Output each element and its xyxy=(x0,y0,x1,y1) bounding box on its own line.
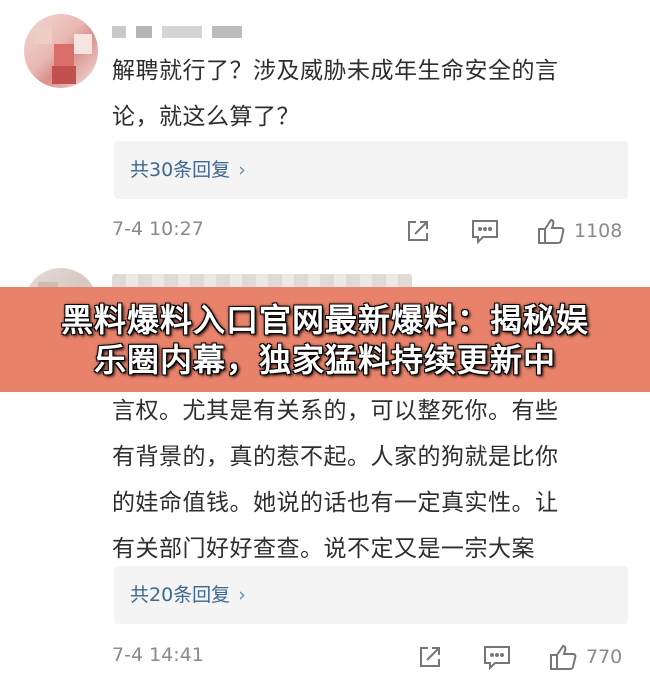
thumbs-up-icon xyxy=(538,218,565,244)
thumbs-up-icon xyxy=(550,644,577,670)
comment-meta: 7-4 10:27 1108 xyxy=(112,216,628,246)
replies-count-label: 共30条回复 xyxy=(130,159,231,181)
comment-icon xyxy=(484,646,510,671)
comment-icon xyxy=(472,220,498,245)
comment-time: 7-4 10:27 xyxy=(112,218,204,240)
username-redacted[interactable] xyxy=(112,22,252,42)
banner-line-1: 黑料爆料入口官网最新爆料：揭秘娱 xyxy=(60,300,589,339)
comment-text-line: 解聘就行了？涉及威胁未成年生命安全的言 xyxy=(112,58,559,84)
comment-meta: 7-4 14:41 770 xyxy=(112,642,628,672)
like-button[interactable]: 770 xyxy=(548,642,622,672)
chevron-right-icon: › xyxy=(238,159,246,181)
like-count: 1108 xyxy=(574,220,623,242)
view-replies-button[interactable]: 共20条回复 › xyxy=(114,566,628,624)
avatar[interactable] xyxy=(24,14,98,88)
share-icon xyxy=(420,647,440,667)
headline-banner: 黑料爆料入口官网最新爆料：揭秘娱 乐圈内幕，独家猛料持续更新中 xyxy=(0,287,650,392)
chevron-right-icon: › xyxy=(238,584,246,606)
comment-button[interactable] xyxy=(470,216,500,246)
comment-text-line: 论，就这么算了？ xyxy=(112,104,300,130)
banner-line-2: 乐圈内幕，独家猛料持续更新中 xyxy=(93,340,556,379)
comment-time: 7-4 14:41 xyxy=(112,644,204,666)
comment-text: 言权。尤其是有关系的，可以整死你。有些 有背景的，真的惹不起。人家的狗就是比你 … xyxy=(112,388,632,572)
view-replies-button[interactable]: 共30条回复 › xyxy=(114,141,628,199)
share-button[interactable] xyxy=(416,642,444,672)
comment-text: 解聘就行了？涉及威胁未成年生命安全的言 论，就这么算了？ xyxy=(112,48,632,140)
comment-button[interactable] xyxy=(482,642,512,672)
like-button[interactable]: 1108 xyxy=(536,216,622,246)
replies-count-label: 共20条回复 xyxy=(130,584,231,606)
share-icon xyxy=(408,221,428,241)
comment-text-line: 的娃命值钱。她说的话也有一定真实性。让 xyxy=(112,490,559,516)
comment-text-line: 言权。尤其是有关系的，可以整死你。有些 xyxy=(112,398,559,424)
like-count: 770 xyxy=(586,646,623,668)
share-button[interactable] xyxy=(404,216,432,246)
comment-text-line: 有背景的，真的惹不起。人家的狗就是比你 xyxy=(112,444,559,470)
